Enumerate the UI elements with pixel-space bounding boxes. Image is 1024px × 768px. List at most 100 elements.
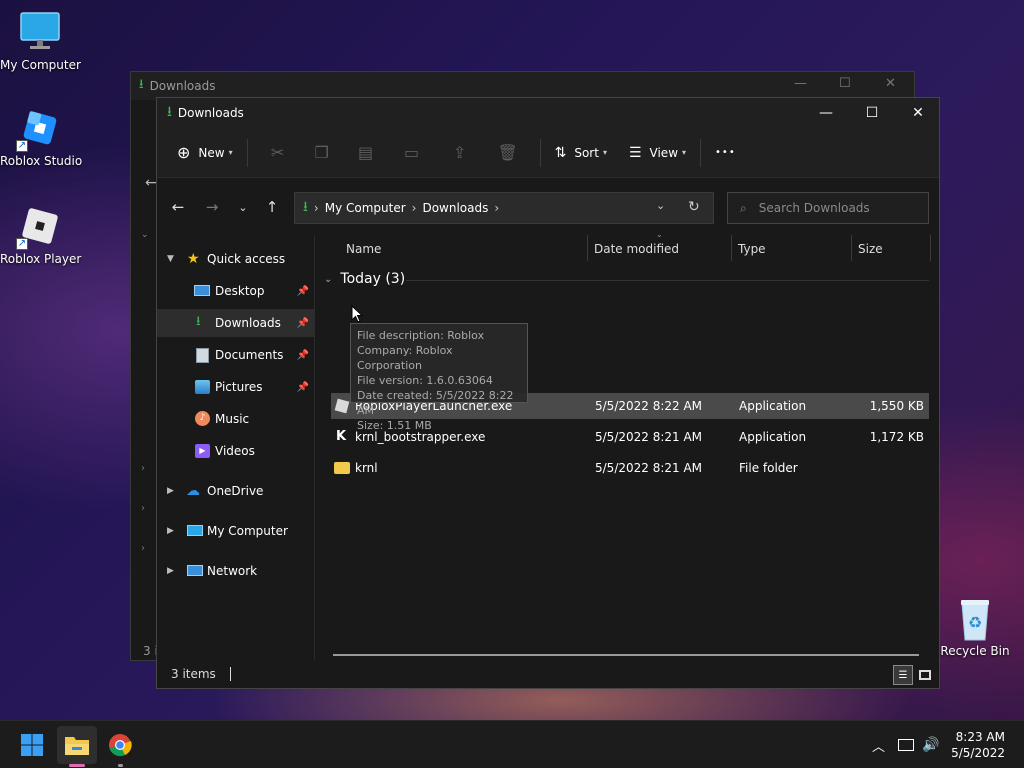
copy-button[interactable]: ❐ (300, 138, 344, 168)
chrome-taskbar-button[interactable] (100, 726, 140, 767)
minimize-button[interactable]: — (803, 98, 849, 128)
close-button[interactable]: ✕ (885, 76, 896, 91)
up-button[interactable]: ↑ (260, 179, 284, 235)
mouse-cursor-icon (351, 305, 363, 323)
new-button[interactable]: ⊕ New ▾ (171, 138, 239, 168)
more-icon: ••• (715, 147, 736, 158)
recent-locations-button[interactable]: ⌄ (231, 179, 255, 235)
chevron-down-icon: ⌄ (238, 200, 248, 214)
desktop-icon-label: Roblox Player (0, 252, 82, 266)
monitor-icon (18, 10, 62, 54)
show-hidden-icons-button[interactable]: ︿ (872, 721, 885, 768)
refresh-icon[interactable]: ↻ (688, 199, 700, 215)
large-icons-view-button[interactable] (915, 665, 935, 685)
column-header-size[interactable]: Size (858, 235, 883, 263)
sidebar-item-pictures[interactable]: Pictures 📌 (157, 373, 315, 401)
sidebar-item-label: My Computer (207, 524, 288, 538)
share-icon: ⇪ (452, 143, 467, 162)
back-arrow-icon: ← (171, 198, 185, 216)
more-options-button[interactable]: ••• (709, 138, 742, 168)
sidebar-item-network[interactable]: ▶ Network (157, 557, 315, 585)
group-header-today[interactable]: ⌄ Today (3) (324, 271, 405, 287)
sort-label: Sort (574, 145, 599, 160)
chevron-down-icon: ▾ (602, 148, 607, 157)
chevron-right-icon: ▶ (167, 526, 174, 536)
sort-button[interactable]: ⇅ Sort ▾ (549, 138, 613, 168)
sidebar-item-my-computer[interactable]: ▶ My Computer (157, 517, 315, 545)
network-tray-button[interactable] (898, 721, 914, 768)
close-button[interactable]: ✕ (895, 98, 941, 128)
search-box[interactable]: ⌕ Search Downloads (727, 192, 929, 224)
details-view-button[interactable]: ☰ (893, 665, 913, 685)
chevron-right-icon: › (141, 543, 145, 554)
paste-button[interactable]: ▤ (344, 138, 388, 168)
forward-button[interactable]: → (200, 179, 224, 235)
desktop-icon-my-computer[interactable]: My Computer (0, 10, 81, 72)
file-date: 5/5/2022 8:21 AM (595, 430, 703, 444)
sidebar-item-onedrive[interactable]: ▶ ☁ OneDrive (157, 477, 315, 505)
file-type: Application (739, 399, 807, 413)
cut-button[interactable]: ✂ (256, 138, 300, 168)
chevron-down-icon: ⌄ (141, 230, 149, 240)
sidebar-item-downloads[interactable]: ⭳ Downloads 📌 (157, 309, 315, 337)
sidebar-item-quick-access[interactable]: ▼ ★ Quick access (157, 245, 315, 273)
tooltip-version: File version: 1.6.0.63064 (357, 374, 493, 387)
sidebar-item-label: OneDrive (207, 484, 264, 498)
back-button[interactable]: ← (166, 179, 190, 235)
roblox-studio-icon: ↗ (16, 106, 62, 152)
file-explorer-taskbar-button[interactable] (57, 726, 97, 767)
desktop-icon-recycle-bin[interactable]: ♻ Recycle Bin (935, 596, 1015, 658)
sidebar-item-label: Desktop (215, 284, 265, 298)
breadcrumb-downloads[interactable]: Downloads (422, 201, 488, 215)
start-button[interactable] (12, 726, 52, 764)
details-view-icon: ☰ (898, 669, 908, 681)
share-button[interactable]: ⇪ (436, 138, 484, 168)
delete-button[interactable]: 🗑 (484, 138, 532, 168)
delete-icon: 🗑 (497, 143, 518, 162)
documents-icon (196, 348, 209, 363)
shortcut-arrow-icon: ↗ (16, 238, 28, 250)
volume-tray-button[interactable]: 🔊 (922, 721, 939, 768)
table-row[interactable]: krnl 5/5/2022 8:21 AM File folder (331, 455, 929, 481)
sidebar-item-documents[interactable]: Documents 📌 (157, 341, 315, 369)
horizontal-scrollbar[interactable] (333, 654, 919, 656)
pin-icon: 📌 (296, 317, 309, 329)
download-icon: ⭳ (139, 77, 144, 92)
desktop-icon-label: Recycle Bin (940, 644, 1010, 658)
roblox-exe-icon (334, 393, 350, 419)
download-icon: ⭳ (167, 104, 172, 120)
maximize-button[interactable]: ☐ (839, 76, 851, 91)
column-header-type[interactable]: Type (738, 235, 766, 263)
desktop-icon-roblox-studio[interactable]: ↗ Roblox Studio (0, 106, 82, 168)
clock[interactable]: 8:23 AM 5/5/2022 (951, 729, 1005, 761)
command-bar: ⊕ New ▾ ✂ ❐ ▤ ▭ ⇪ 🗑 ⇅ Sort ▾ ☰ View ▾ ••… (157, 128, 939, 178)
explorer-window[interactable]: ⭳ Downloads — ☐ ✕ ⊕ New ▾ ✂ ❐ ▤ ▭ ⇪ 🗑 ⇅ … (156, 97, 940, 689)
maximize-button[interactable]: ☐ (849, 98, 895, 128)
sidebar-item-videos[interactable]: ▶ Videos (157, 437, 315, 465)
address-bar[interactable]: ⭳ › My Computer › Downloads › ⌄ ↻ (294, 192, 714, 224)
breadcrumb-separator: › (494, 201, 500, 215)
column-header-name[interactable]: Name (346, 235, 381, 263)
file-list: Name ⌄ Date modified Type Size ⌄ Today (… (316, 230, 939, 660)
minimize-button[interactable]: — (794, 76, 807, 91)
sidebar-item-music[interactable]: ♪ Music (157, 405, 315, 433)
window-title: Downloads (177, 106, 244, 120)
desktop-icon-roblox-player[interactable]: ↗ Roblox Player (0, 204, 82, 266)
folder-icon (334, 455, 350, 481)
pin-icon: 📌 (296, 285, 309, 297)
column-header-date-modified[interactable]: Date modified (594, 235, 679, 263)
copy-icon: ❐ (314, 143, 329, 162)
view-button[interactable]: ☰ View ▾ (623, 138, 692, 168)
start-icon (21, 734, 43, 756)
breadcrumb-my-computer[interactable]: My Computer (325, 201, 406, 215)
tooltip-date-created: Date created: 5/5/2022 8:22 AM (357, 389, 514, 417)
rename-icon: ▭ (404, 143, 420, 162)
address-history-dropdown[interactable]: ⌄ (656, 199, 665, 212)
file-date: 5/5/2022 8:22 AM (595, 399, 703, 413)
status-bar: 3 items (157, 660, 939, 688)
view-label: View (649, 145, 679, 160)
forward-arrow-icon: → (205, 198, 219, 216)
chevron-right-icon: › (141, 463, 145, 474)
rename-button[interactable]: ▭ (388, 138, 436, 168)
sidebar-item-desktop[interactable]: Desktop 📌 (157, 277, 315, 305)
